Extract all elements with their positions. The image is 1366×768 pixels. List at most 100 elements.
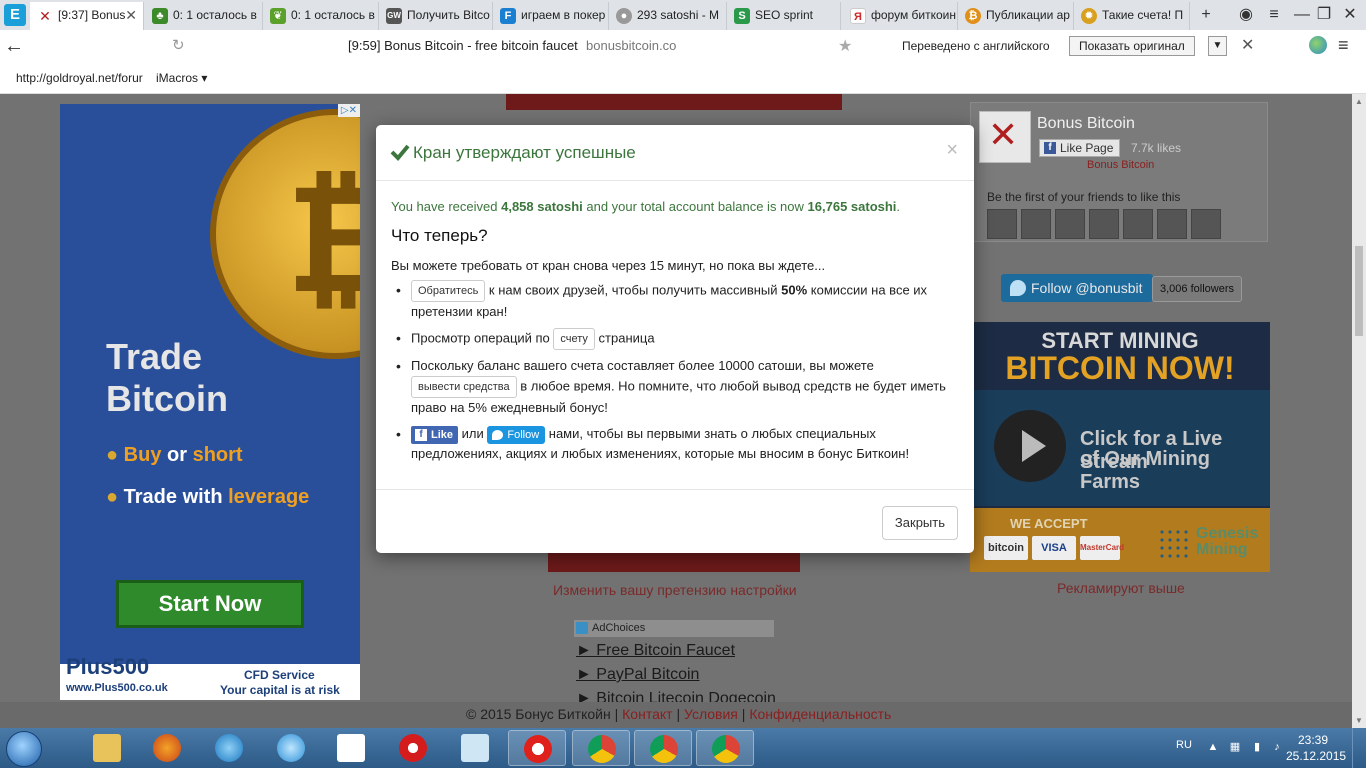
contact-link[interactable]: Контакт: [622, 706, 672, 722]
list-item-text: Поскольку баланс вашего счета составляет…: [411, 358, 874, 373]
close-icon[interactable]: ✕: [125, 2, 137, 29]
signal-icon[interactable]: ▮: [1250, 740, 1264, 754]
tab-accounts[interactable]: ✹ Такие счета! П: [1074, 2, 1190, 30]
close-button[interactable]: Закрыть: [881, 506, 958, 540]
ad-link-paypal[interactable]: ► PayPal Bitcoin: [576, 666, 699, 684]
mining-video[interactable]: Click for a Live Stream of Our Mining Fa…: [970, 390, 1270, 506]
fb-like-page-label: Like Page: [1060, 141, 1114, 155]
taskbar-yandex-browser[interactable]: [508, 730, 566, 766]
facebook-like-button[interactable]: f Like: [411, 425, 459, 444]
taskbar-ie[interactable]: [200, 730, 258, 766]
adchoices-bar[interactable]: AdChoices: [574, 620, 774, 637]
tab-forum[interactable]: Я форум биткоин: [843, 2, 958, 30]
taskbar-chrome-2[interactable]: [634, 730, 692, 766]
tab-poker[interactable]: F играем в покер: [493, 2, 609, 30]
left-advertisement[interactable]: ₿ ▷✕ Trade Bitcoin ● Buy or short ● Trad…: [60, 104, 360, 700]
privacy-link[interactable]: Конфиденциальность: [749, 706, 891, 722]
taskbar-firefox[interactable]: [138, 730, 196, 766]
bookmark-goldroyal[interactable]: http://goldroyal.net/forur: [16, 71, 143, 85]
close-icon[interactable]: ×: [946, 139, 958, 162]
restore-icon[interactable]: ❐: [1312, 3, 1336, 27]
tab-ostalos-2[interactable]: ❦ 0: 1 осталось в: [263, 2, 379, 30]
taskbar-chrome-1[interactable]: [572, 730, 630, 766]
bookmark-star-icon[interactable]: ★: [838, 36, 852, 56]
tab-bonus-bitcoin[interactable]: ✕ [9:37] Bonus ✕: [30, 2, 144, 30]
fb-friend-avatar[interactable]: [1157, 209, 1187, 239]
account-button[interactable]: счету: [553, 328, 595, 350]
scrollbar-thumb[interactable]: [1355, 246, 1363, 336]
taskbar-yandex[interactable]: [322, 730, 380, 766]
twitter-bird-icon: [1010, 280, 1026, 296]
page-scrollbar[interactable]: ▲ ▼: [1352, 94, 1366, 728]
clock-time[interactable]: 23:39: [1298, 733, 1328, 747]
scroll-down-icon[interactable]: ▼: [1355, 716, 1363, 725]
fb-friend-avatar[interactable]: [987, 209, 1017, 239]
show-original-button[interactable]: Показать оригинал: [1069, 36, 1195, 56]
tab-satoshi[interactable]: ● 293 satoshi - M: [609, 2, 727, 30]
hamburger-menu-icon[interactable]: ≡: [1338, 35, 1349, 56]
adchoices-icon[interactable]: ▷✕: [337, 104, 360, 117]
show-desktop-button[interactable]: [1352, 728, 1366, 768]
fb-friend-avatar[interactable]: [1021, 209, 1051, 239]
taskbar-opera[interactable]: [384, 730, 442, 766]
tab-get-bitcoin[interactable]: GW Получить Bitco: [379, 2, 493, 30]
ad-bullet-or: or: [167, 444, 188, 466]
tab-seo-sprint[interactable]: S SEO sprint: [727, 2, 841, 30]
fb-friend-avatar[interactable]: [1055, 209, 1085, 239]
twitter-follow-button[interactable]: Follow @bonusbit: [1001, 274, 1153, 302]
claim-button-top[interactable]: [506, 94, 842, 110]
adchoices-label: AdChoices: [592, 622, 646, 634]
language-indicator[interactable]: RU: [1176, 739, 1192, 751]
fb-page-name[interactable]: Bonus Bitcoin: [1037, 115, 1135, 133]
taskbar-notepad[interactable]: [446, 730, 504, 766]
ad-link-free-faucet[interactable]: ► Free Bitcoin Faucet: [576, 642, 735, 660]
fb-friend-avatar[interactable]: [1089, 209, 1119, 239]
address-title[interactable]: [9:59] Bonus Bitcoin - free bitcoin fauc…: [348, 38, 578, 53]
user-icon[interactable]: ◉: [1234, 3, 1258, 27]
bonus-bitcoin-icon: ✕: [988, 114, 1019, 155]
refresh-icon[interactable]: ↻: [172, 36, 185, 54]
tab-publications[interactable]: ₿ Публикации ар: [958, 2, 1074, 30]
taskbar-explorer[interactable]: [78, 730, 136, 766]
mining-headline-2: BITCOIN NOW!: [1005, 350, 1235, 386]
risk-warning: Your capital is at risk: [220, 683, 340, 697]
terms-link[interactable]: Условия: [684, 706, 738, 722]
fb-like-page-button[interactable]: f Like Page: [1039, 139, 1121, 157]
withdraw-button[interactable]: вывести средства: [411, 376, 517, 398]
fb-friend-avatar[interactable]: [1123, 209, 1153, 239]
start-button[interactable]: [6, 731, 42, 767]
twitter-follow-small-button[interactable]: Follow: [487, 425, 546, 444]
address-domain[interactable]: bonusbitcoin.co: [586, 38, 676, 53]
new-tab-button[interactable]: +: [1194, 3, 1218, 27]
list-item-withdraw: Поскольку баланс вашего счета составляет…: [396, 356, 961, 418]
leaf-icon: ❦: [270, 8, 286, 24]
copyright-text: © 2015 Бонус Биткойн |: [466, 706, 619, 722]
network-icon[interactable]: ▦: [1228, 740, 1242, 754]
play-icon[interactable]: [994, 410, 1066, 482]
menu-icon[interactable]: ≡: [1262, 3, 1286, 27]
mining-advertisement[interactable]: START MINING BITCOIN NOW! Click for a Li…: [970, 322, 1270, 572]
bonus-bitcoin-logo[interactable]: ✕: [979, 111, 1031, 163]
globe-icon[interactable]: [1309, 36, 1327, 54]
chevron-down-icon[interactable]: ▼: [1208, 36, 1227, 56]
close-icon[interactable]: ✕: [1241, 35, 1254, 55]
refer-button[interactable]: Обратитесь: [411, 280, 486, 302]
browser-logo-icon[interactable]: E: [4, 4, 26, 26]
minimize-icon[interactable]: —: [1290, 3, 1314, 27]
taskbar-ie-2[interactable]: [262, 730, 320, 766]
volume-icon[interactable]: ♪: [1270, 740, 1284, 754]
clock-date[interactable]: 25.12.2015: [1286, 749, 1346, 763]
back-arrow-icon[interactable]: ←: [4, 35, 24, 58]
tray-expand-icon[interactable]: ▲: [1206, 740, 1220, 754]
start-now-button[interactable]: Start Now: [116, 580, 304, 628]
window-close-icon[interactable]: ✕: [1338, 3, 1362, 27]
advertise-above-link[interactable]: Рекламируют выше: [1057, 580, 1185, 596]
bookmark-imacros[interactable]: iMacros ▾: [156, 71, 207, 85]
tab-ostalos-1[interactable]: ♣ 0: 1 осталось в: [145, 2, 263, 30]
page-footer: © 2015 Бонус Биткойн | Контакт | Условия…: [0, 702, 1352, 728]
bookmarks-bar: http://goldroyal.net/forur iMacros ▾: [0, 64, 1366, 94]
fb-friend-avatar[interactable]: [1191, 209, 1221, 239]
scroll-up-icon[interactable]: ▲: [1355, 97, 1363, 106]
taskbar-chrome-3[interactable]: [696, 730, 754, 766]
change-settings-link[interactable]: Изменить вашу претензию настройки: [553, 582, 797, 598]
